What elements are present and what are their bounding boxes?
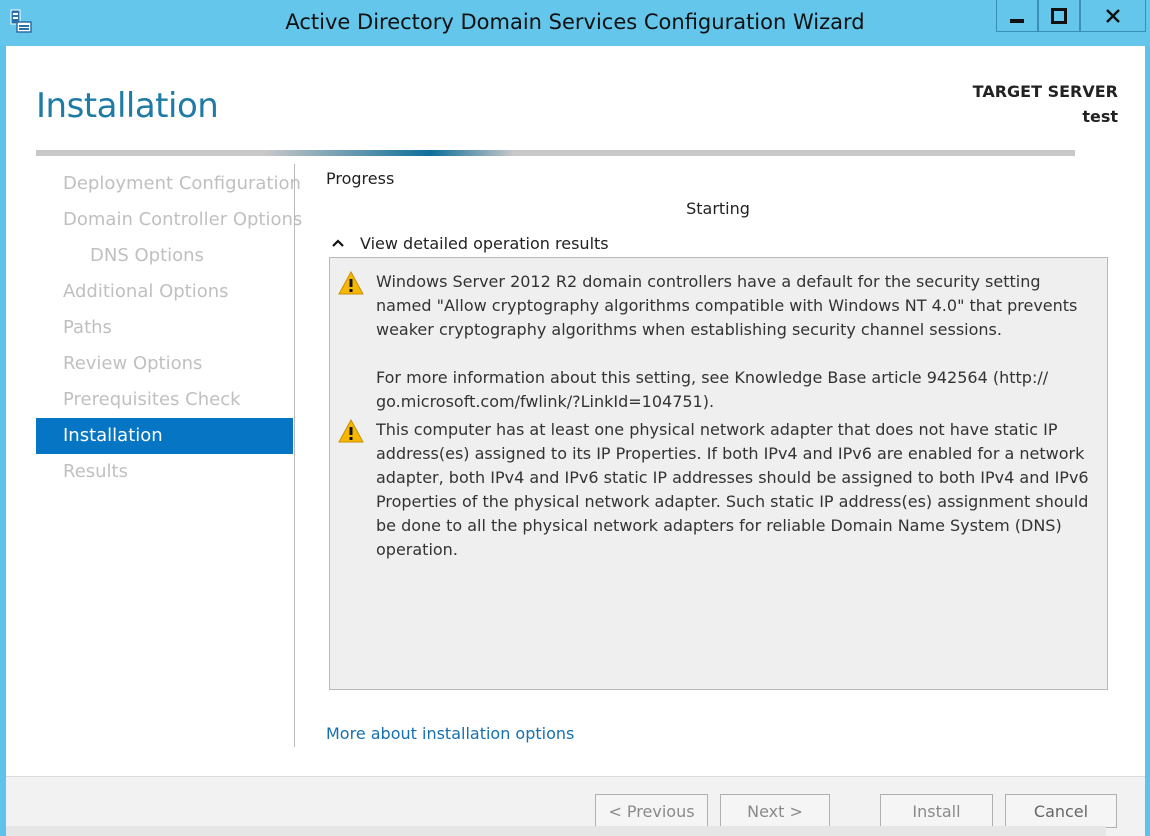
close-button[interactable] — [1080, 0, 1146, 32]
wizard-nav: Deployment Configuration Domain Controll… — [36, 166, 303, 490]
maximize-button[interactable] — [1038, 0, 1080, 32]
warning-icon — [338, 419, 364, 443]
nav-divider — [294, 164, 295, 747]
title-bar: Active Directory Domain Services Configu… — [0, 0, 1150, 46]
nav-item-review-options: Review Options — [63, 353, 203, 374]
window-title: Active Directory Domain Services Configu… — [285, 10, 865, 34]
warning-message: Windows Server 2012 R2 domain controller… — [338, 270, 1099, 414]
install-button[interactable]: Install — [880, 794, 993, 828]
more-installation-options-link[interactable]: More about installation options — [326, 724, 574, 743]
nav-item-paths: Paths — [63, 317, 112, 338]
minimize-icon — [1010, 18, 1024, 23]
window-controls — [996, 0, 1146, 32]
wizard-body: Installation TARGET SERVER test Deployme… — [6, 46, 1145, 836]
details-toggle-label: View detailed operation results — [360, 233, 609, 253]
nav-item-additional-options: Additional Options — [63, 281, 229, 302]
warning-message: This computer has at least one physical … — [338, 418, 1099, 562]
message-text: For more information about this setting,… — [376, 368, 1049, 411]
nav-item-results: Results — [63, 461, 128, 482]
nav-item-prerequisites-check: Prerequisites Check — [63, 389, 241, 410]
horizontal-scrollbar[interactable] — [6, 826, 1106, 836]
minimize-button[interactable] — [996, 0, 1038, 32]
nav-item-domain-controller-options: Domain Controller Options — [63, 209, 303, 230]
next-button[interactable]: Next > — [720, 794, 830, 828]
header-progress-strip — [36, 150, 1075, 156]
progress-status: Starting — [686, 199, 750, 218]
target-server-name: test — [1082, 107, 1118, 126]
message-text: This computer has at least one physical … — [376, 420, 1089, 559]
nav-item-dns-options: DNS Options — [90, 245, 204, 266]
details-toggle[interactable]: View detailed operation results — [331, 232, 609, 254]
warning-icon — [338, 271, 364, 295]
page-title: Installation — [36, 86, 219, 126]
message-text: Windows Server 2012 R2 domain controller… — [376, 272, 1078, 339]
previous-button[interactable]: < Previous — [595, 794, 708, 828]
progress-label: Progress — [326, 169, 395, 188]
maximize-icon — [1051, 7, 1067, 24]
nav-item-installation[interactable]: Installation — [36, 418, 293, 454]
close-icon — [1106, 8, 1120, 23]
target-server-label: TARGET SERVER — [972, 82, 1118, 101]
nav-item-deployment-configuration: Deployment Configuration — [63, 173, 301, 194]
chevron-up-icon — [332, 239, 344, 247]
operation-results-box[interactable]: Windows Server 2012 R2 domain controller… — [329, 257, 1108, 690]
cancel-button[interactable]: Cancel — [1005, 794, 1117, 828]
